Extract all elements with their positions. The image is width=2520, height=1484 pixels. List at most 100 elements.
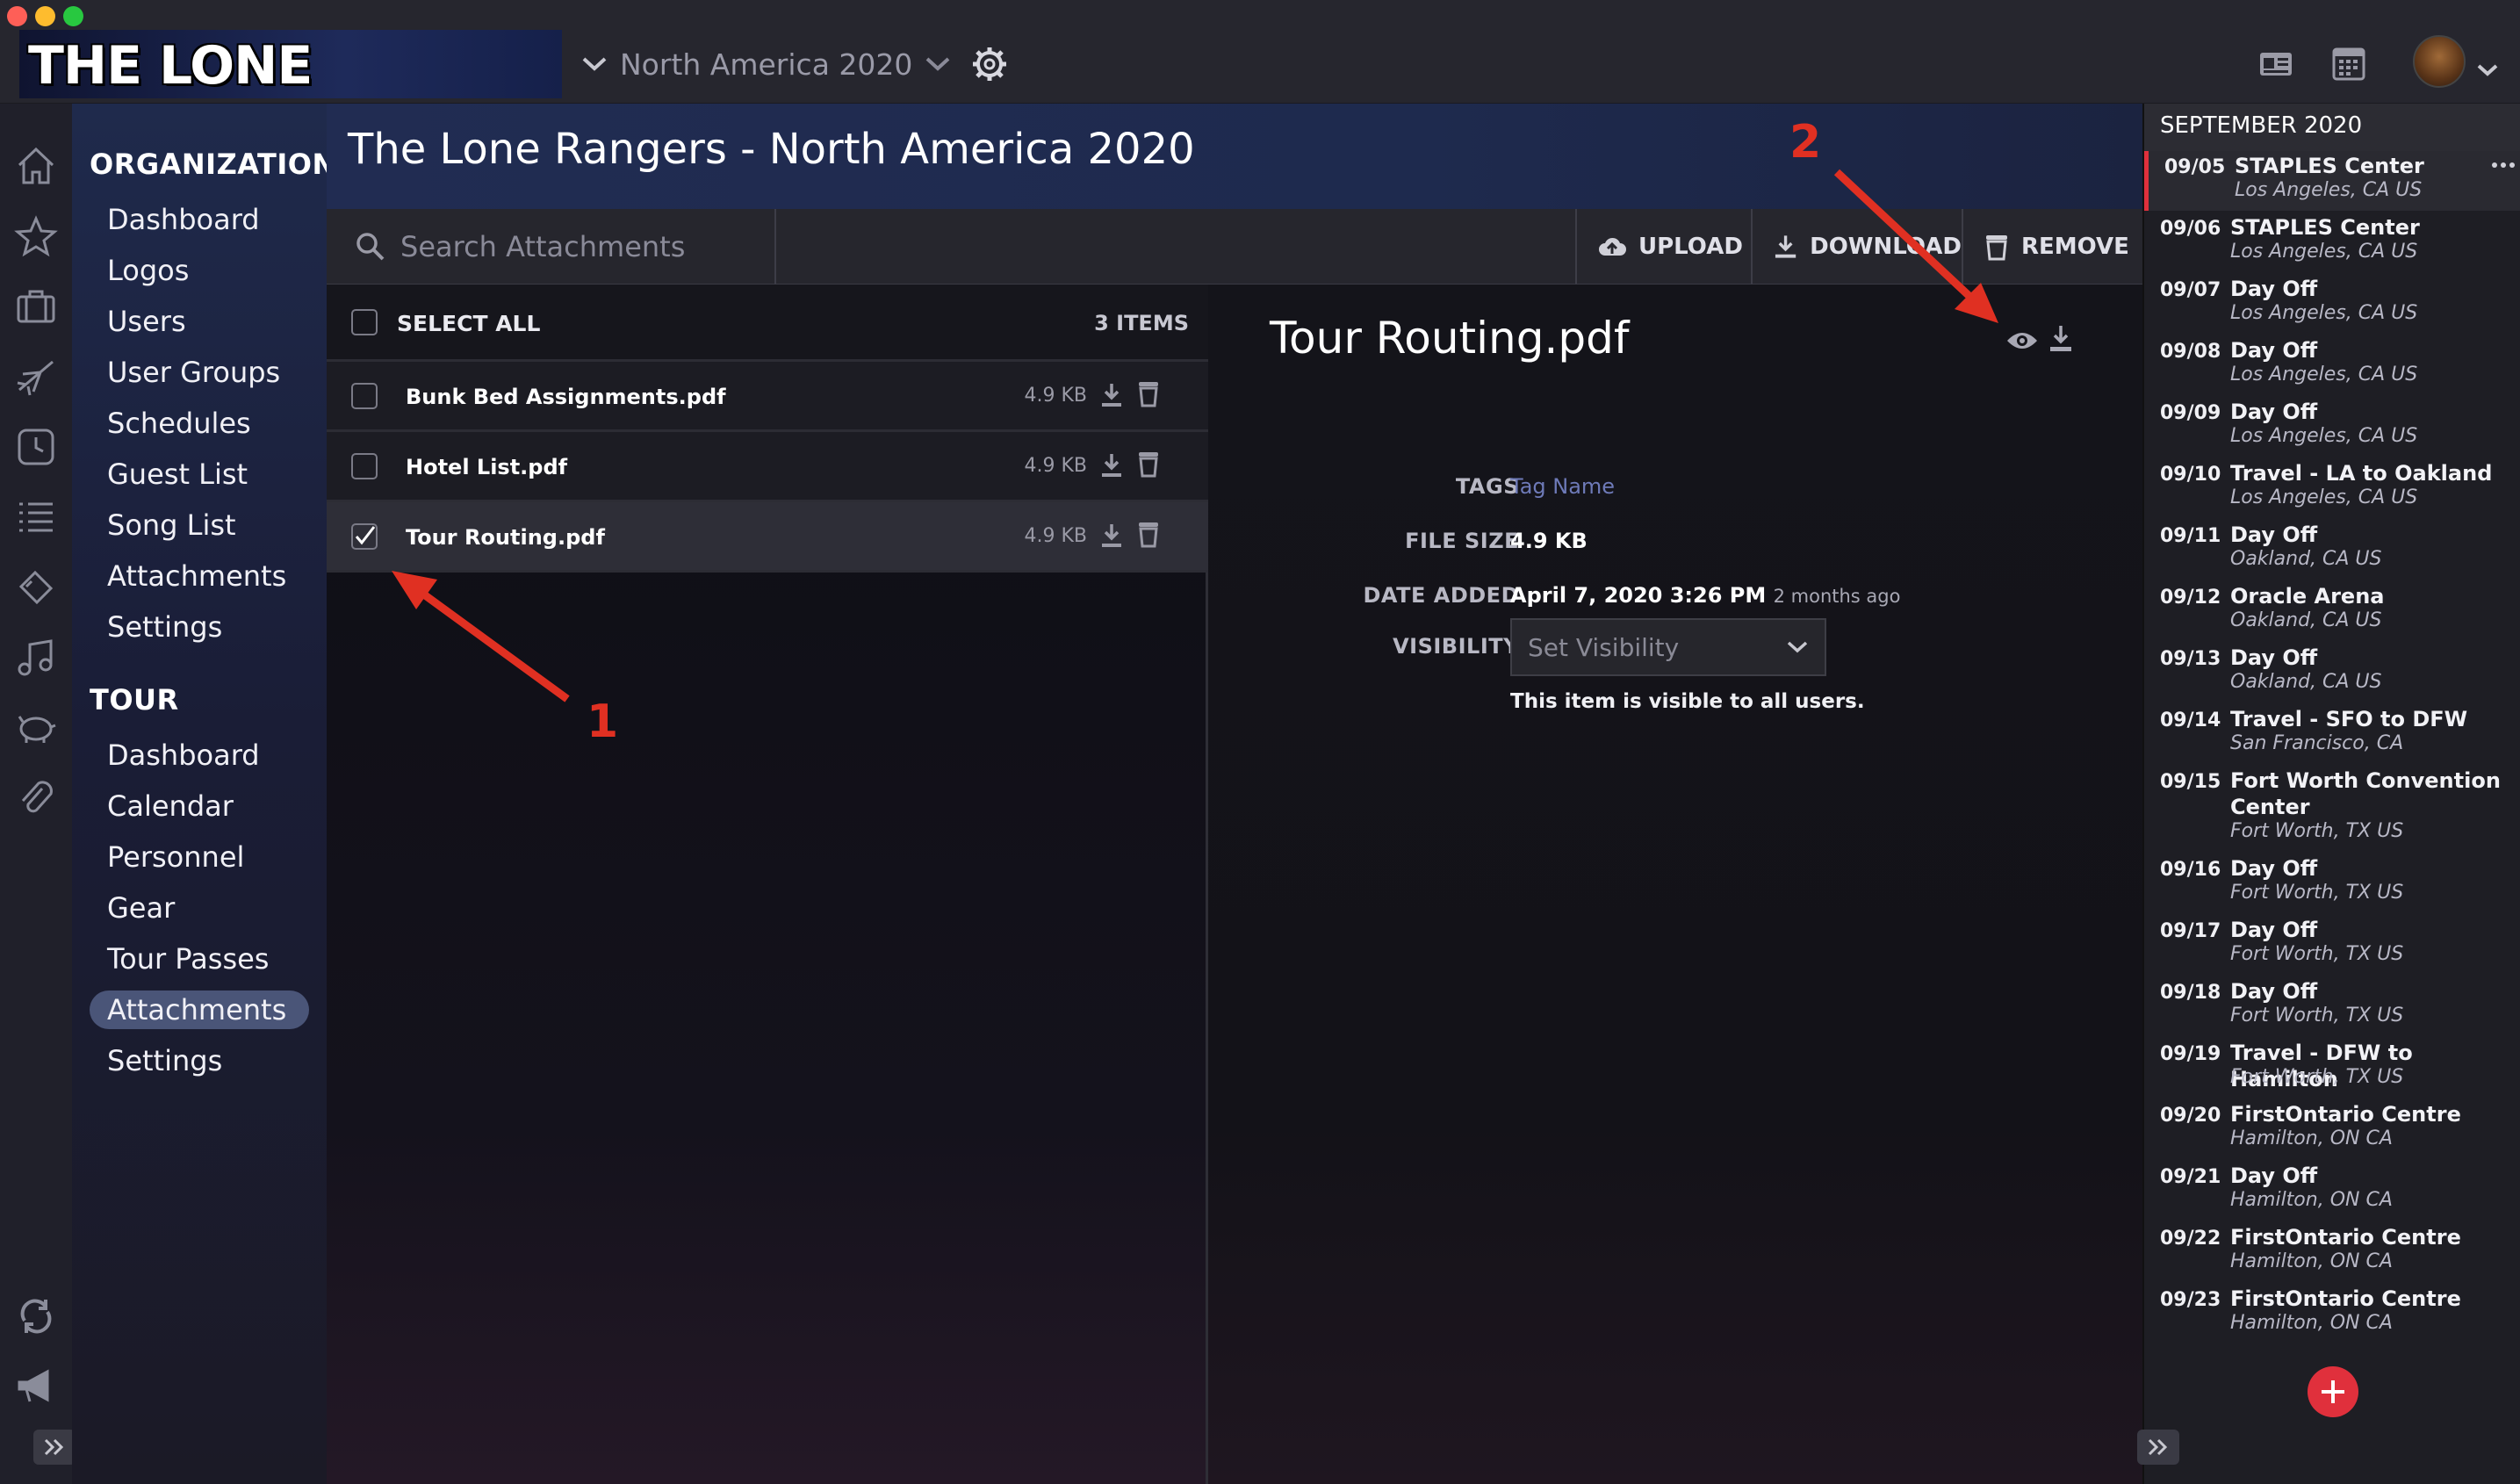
event-location: Los Angeles, CA US bbox=[2230, 486, 2418, 508]
tags-input[interactable]: Tag Name bbox=[1510, 474, 1615, 499]
event-title: Travel - LA to Oakland bbox=[2230, 461, 2493, 486]
remove-button[interactable]: REMOVE bbox=[1962, 209, 2142, 285]
file-row[interactable]: Bunk Bed Assignments.pdf 4.9 KB bbox=[327, 362, 1208, 432]
download-button[interactable]: DOWNLOAD bbox=[1751, 209, 1962, 285]
chevron-down-icon bbox=[1787, 641, 1808, 653]
event-date: 09/12 bbox=[2160, 587, 2221, 609]
nav-org-guest-list[interactable]: Guest List bbox=[90, 455, 309, 493]
schedule-event-selected[interactable]: 09/05 STAPLES Center Los Angeles, CA US bbox=[2144, 151, 2520, 211]
eye-icon[interactable] bbox=[2005, 328, 2039, 353]
schedule-event[interactable]: 09/09 Day Off Los Angeles, CA US bbox=[2144, 397, 2520, 458]
file-size: 4.9 KB bbox=[1024, 455, 1088, 477]
nav-org-user-groups[interactable]: User Groups bbox=[90, 353, 309, 392]
event-location: Fort Worth, TX US bbox=[2230, 820, 2404, 842]
schedule-event[interactable]: 09/06 STAPLES Center Los Angeles, CA US bbox=[2144, 213, 2520, 274]
nav-org-dashboard[interactable]: Dashboard bbox=[90, 200, 309, 239]
schedule-event[interactable]: 09/07 Day Off Los Angeles, CA US bbox=[2144, 274, 2520, 335]
nav-tour-personnel[interactable]: Personnel bbox=[90, 838, 309, 876]
schedule-event[interactable]: 09/19 Travel - DFW to Hamilton Fort Worth,… bbox=[2144, 1038, 2520, 1099]
chevron-down-icon[interactable] bbox=[2476, 63, 2499, 77]
nav-tour-settings[interactable]: Settings bbox=[90, 1041, 309, 1080]
music-icon[interactable] bbox=[14, 636, 58, 680]
file-row[interactable]: Hotel List.pdf 4.9 KB bbox=[327, 432, 1208, 502]
event-date: 09/14 bbox=[2160, 710, 2221, 731]
schedule-event[interactable]: 09/10 Travel - LA to Oakland Los Angeles, … bbox=[2144, 458, 2520, 520]
event-location: Oakland, CA US bbox=[2230, 609, 2382, 631]
contact-card-icon[interactable] bbox=[2258, 49, 2293, 79]
icon-rail bbox=[0, 104, 76, 1484]
schedule-event[interactable]: 09/18 Day Off Fort Worth, TX US bbox=[2144, 976, 2520, 1038]
piggy-bank-icon[interactable] bbox=[14, 706, 58, 750]
close-window-button[interactable] bbox=[7, 6, 27, 26]
schedule-event[interactable]: 09/20 FirstOntario Centre Hamilton, ON CA bbox=[2144, 1099, 2520, 1161]
schedule-event[interactable]: 09/17 Day Off Fort Worth, TX US bbox=[2144, 915, 2520, 976]
download-icon[interactable] bbox=[1099, 381, 1124, 409]
nav-tour-gear[interactable]: Gear bbox=[90, 889, 309, 927]
nav-org-users[interactable]: Users bbox=[90, 302, 309, 341]
event-location: Fort Worth, TX US bbox=[2230, 943, 2404, 965]
schedule-event[interactable]: 09/11 Day Off Oakland, CA US bbox=[2144, 520, 2520, 581]
paperclip-icon[interactable] bbox=[14, 776, 58, 820]
user-avatar[interactable] bbox=[2413, 35, 2466, 88]
event-title: STAPLES Center bbox=[2230, 215, 2420, 240]
file-size-label: FILE SIZE bbox=[1405, 529, 1519, 553]
upload-button[interactable]: UPLOAD bbox=[1575, 209, 1751, 285]
schedule-event[interactable]: 09/13 Day Off Oakland, CA US bbox=[2144, 643, 2520, 704]
briefcase-icon[interactable] bbox=[14, 285, 58, 328]
file-checkbox-checked[interactable] bbox=[351, 523, 378, 550]
trash-icon[interactable] bbox=[1136, 450, 1161, 478]
nav-org-attachments[interactable]: Attachments bbox=[90, 557, 309, 595]
maximize-window-button[interactable] bbox=[63, 6, 83, 26]
nav-tour-calendar[interactable]: Calendar bbox=[90, 787, 309, 825]
event-title: Day Off bbox=[2230, 979, 2318, 1004]
file-checkbox[interactable] bbox=[351, 453, 378, 479]
plane-icon[interactable] bbox=[14, 355, 58, 399]
attachments-list: SELECT ALL 3 ITEMS Bunk Bed Assignments.… bbox=[327, 285, 1208, 1484]
schedule-event[interactable]: 09/14 Travel - SFO to DFW San Francisco, C… bbox=[2144, 704, 2520, 766]
remove-label: REMOVE bbox=[2021, 234, 2129, 260]
schedule-event[interactable]: 09/16 Day Off Fort Worth, TX US bbox=[2144, 854, 2520, 915]
expand-schedule-button[interactable] bbox=[2137, 1430, 2179, 1465]
schedule-event[interactable]: 09/08 Day Off Los Angeles, CA US bbox=[2144, 335, 2520, 397]
minimize-window-button[interactable] bbox=[35, 6, 55, 26]
select-all-checkbox[interactable] bbox=[351, 309, 378, 335]
download-icon[interactable] bbox=[1099, 522, 1124, 550]
upload-label: UPLOAD bbox=[1638, 234, 1743, 260]
download-icon[interactable] bbox=[2048, 323, 2074, 353]
add-event-button[interactable] bbox=[2308, 1366, 2358, 1417]
nav-org-schedules[interactable]: Schedules bbox=[90, 404, 309, 443]
megaphone-icon[interactable] bbox=[14, 1365, 58, 1408]
schedule-event[interactable]: 09/12 Oracle Arena Oakland, CA US bbox=[2144, 581, 2520, 643]
home-icon[interactable] bbox=[14, 144, 58, 188]
sync-icon[interactable] bbox=[14, 1294, 58, 1338]
schedule-event[interactable]: 09/15 Fort Worth Convention Center Fort Wo… bbox=[2144, 766, 2520, 854]
nav-org-settings[interactable]: Settings bbox=[90, 608, 309, 646]
nav-tour-attachments[interactable]: Attachments bbox=[90, 991, 309, 1029]
star-icon[interactable] bbox=[14, 214, 58, 258]
file-row-selected[interactable]: Tour Routing.pdf 4.9 KB bbox=[327, 502, 1208, 573]
download-icon[interactable] bbox=[1099, 451, 1124, 479]
list-icon[interactable] bbox=[14, 495, 58, 539]
expand-sidebar-button[interactable] bbox=[33, 1430, 76, 1465]
schedule-event[interactable]: 09/21 Day Off Hamilton, ON CA bbox=[2144, 1161, 2520, 1222]
schedule-event[interactable]: 09/22 FirstOntario Centre Hamilton, ON CA bbox=[2144, 1222, 2520, 1284]
trash-icon[interactable] bbox=[1136, 379, 1161, 407]
event-title: Travel - SFO to DFW bbox=[2230, 707, 2468, 731]
nav-org-song-list[interactable]: Song List bbox=[90, 506, 309, 544]
visibility-select[interactable]: Set Visibility bbox=[1510, 618, 1826, 676]
file-checkbox[interactable] bbox=[351, 383, 378, 409]
search-box bbox=[327, 209, 776, 285]
tour-selector[interactable]: North America 2020 bbox=[581, 42, 1009, 86]
calendar-icon[interactable] bbox=[2332, 44, 2365, 81]
nav-tour-dashboard[interactable]: Dashboard bbox=[90, 736, 309, 774]
ticket-icon[interactable] bbox=[14, 566, 58, 609]
schedule-event[interactable]: 09/23 FirstOntario Centre Hamilton, ON CA bbox=[2144, 1284, 2520, 1345]
search-input[interactable] bbox=[400, 230, 769, 263]
event-title: Day Off bbox=[2230, 1163, 2318, 1188]
nav-org-logos[interactable]: Logos bbox=[90, 251, 309, 290]
nav-tour-passes[interactable]: Tour Passes bbox=[90, 940, 309, 978]
more-icon[interactable] bbox=[2491, 162, 2516, 169]
gear-icon[interactable] bbox=[970, 45, 1009, 83]
clock-icon[interactable] bbox=[14, 425, 58, 469]
trash-icon[interactable] bbox=[1136, 520, 1161, 548]
